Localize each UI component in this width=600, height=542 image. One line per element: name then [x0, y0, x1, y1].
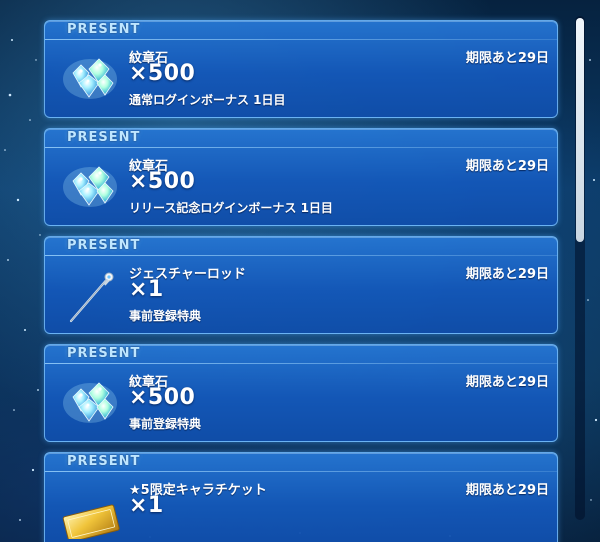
- present-card[interactable]: PRESENT 紋章石 ×500 事前登録特典 期限あと29日: [44, 344, 558, 442]
- item-description: 事前登録特典: [129, 309, 202, 323]
- card-divider: [45, 147, 557, 148]
- present-card[interactable]: PRESENT ★5限定キャラチケット ×1 期限あと29日: [44, 452, 558, 542]
- expiry-deadline: 期限あと29日: [465, 375, 549, 390]
- card-divider: [45, 363, 557, 364]
- character-ticket-icon: [62, 504, 120, 539]
- item-quantity: ×500: [129, 169, 196, 194]
- present-tag: PRESENT: [67, 346, 141, 361]
- expiry-deadline: 期限あと29日: [465, 267, 549, 282]
- scrollbar-thumb[interactable]: [576, 18, 584, 242]
- present-tag: PRESENT: [67, 454, 141, 469]
- present-tag: PRESENT: [67, 130, 141, 145]
- expiry-deadline: 期限あと29日: [465, 483, 549, 498]
- crest-stones-icon: [63, 382, 117, 423]
- item-quantity: ×500: [129, 61, 196, 86]
- card-divider: [45, 471, 557, 472]
- item-description: 事前登録特典: [129, 417, 202, 431]
- item-description: リリース記念ログインボーナス 1日目: [129, 201, 333, 215]
- card-divider: [45, 39, 557, 40]
- card-divider: [45, 255, 557, 256]
- present-tag: PRESENT: [67, 22, 141, 37]
- present-list[interactable]: PRESENT 紋章石 ×500 通常ログインボーナス 1日目 期限あと29日 …: [0, 0, 600, 542]
- item-quantity: ×1: [129, 277, 164, 302]
- expiry-deadline: 期限あと29日: [465, 51, 549, 66]
- item-quantity: ×500: [129, 385, 196, 410]
- present-card[interactable]: PRESENT 紋章石 ×500 通常ログインボーナス 1日目 期限あと29日: [44, 20, 558, 118]
- item-quantity: ×1: [129, 493, 164, 518]
- crest-stones-icon: [63, 58, 117, 99]
- item-description: 通常ログインボーナス 1日目: [129, 93, 286, 107]
- gesture-rod-icon: [69, 272, 114, 323]
- crest-stones-icon: [63, 166, 117, 207]
- present-tag: PRESENT: [67, 238, 141, 253]
- expiry-deadline: 期限あと29日: [465, 159, 549, 174]
- scrollbar-track[interactable]: [575, 16, 585, 520]
- present-card[interactable]: PRESENT ジェスチャーロッド ×1 事前登録特典 期限あと29日: [44, 236, 558, 334]
- present-card[interactable]: PRESENT 紋章石 ×500 リリース記念ログインボーナス 1日目 期限あと…: [44, 128, 558, 226]
